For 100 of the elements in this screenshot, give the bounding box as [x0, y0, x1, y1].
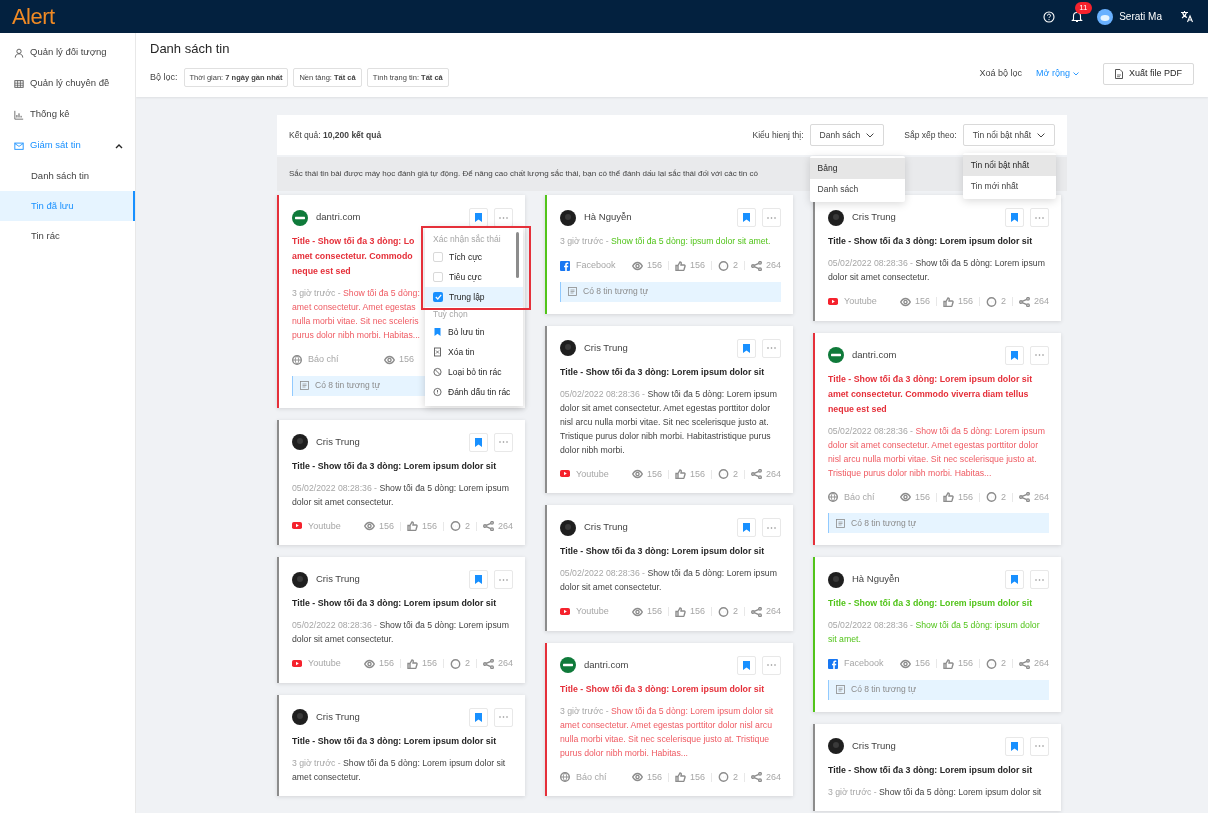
source-name[interactable]: Cris Trung	[584, 340, 737, 356]
dropdown-option[interactable]: Tin nổi bật nhất	[962, 155, 1056, 176]
sidebar-item[interactable]: Quản lý đối tượng	[0, 37, 135, 68]
clear-filter-link[interactable]: Xoá bộ lọc	[979, 67, 1023, 81]
stat-count: 156	[689, 259, 705, 272]
source-name[interactable]: dantri.com	[584, 657, 737, 673]
menu-item[interactable]: Xóa tin	[425, 342, 523, 362]
chevron-up-icon	[115, 142, 123, 149]
bookmark-button[interactable]	[1005, 736, 1024, 756]
bookmark-button[interactable]	[1005, 570, 1024, 589]
eye-icon	[631, 606, 643, 617]
bookmark-button[interactable]	[737, 338, 756, 358]
bookmark-button[interactable]	[469, 208, 488, 227]
checkbox[interactable]	[433, 272, 443, 282]
select-field[interactable]: Tin nổi bật nhất	[962, 124, 1055, 146]
bookmark-icon	[475, 712, 482, 722]
eye-icon	[383, 354, 395, 365]
platform-name: Youtube	[576, 467, 609, 481]
help-icon[interactable]	[1043, 10, 1056, 23]
select-field[interactable]: Danh sách	[809, 124, 885, 146]
avatar-icon	[292, 571, 308, 588]
share-icon	[750, 469, 762, 480]
dropdown-option[interactable]: Bảng	[809, 158, 905, 179]
bookmark-button[interactable]	[737, 208, 756, 227]
dropdown-label: Kiểu hienj thị:	[752, 128, 804, 142]
source-name[interactable]: Cris Trung	[316, 572, 469, 587]
list-icon	[300, 381, 309, 390]
block-icon	[433, 367, 442, 377]
bookmark-button[interactable]	[737, 655, 756, 675]
stat-count: 264	[765, 605, 781, 618]
bell-icon[interactable]	[1071, 10, 1084, 23]
sidebar-item[interactable]: Quản lý chuyên đề	[0, 68, 135, 99]
source-name[interactable]: Cris Trung	[316, 709, 469, 725]
card-summary-line: amet consectetur. Amet egestas	[292, 301, 417, 314]
scrollbar-thumb[interactable]	[516, 232, 519, 278]
more-icon	[1035, 216, 1044, 219]
sidebar-subitem[interactable]: Danh sách tin	[0, 161, 135, 191]
platform-name: Youtube	[576, 605, 609, 618]
stat-count: 2	[732, 259, 738, 272]
translate-icon[interactable]	[1180, 10, 1194, 23]
export-pdf-button[interactable]: Xuất file PDF	[1102, 63, 1194, 85]
checkbox[interactable]	[433, 252, 443, 262]
dropdown-option[interactable]: Danh sách	[809, 179, 905, 200]
bookmark-icon	[433, 327, 442, 337]
card-title[interactable]: Title - Show tối đa 3 dòng: Lorem ipsum dolor sit amet consectetur. Commodo viverra diam tellus neque est sed	[828, 371, 1049, 417]
card-title[interactable]: Title - Show tối đa 3 dòng: Lorem ipsum dolor sit	[292, 596, 513, 611]
menu-checkbox-item[interactable]: Tích cực	[425, 247, 523, 267]
source-name[interactable]: Hà Nguyễn	[584, 210, 737, 225]
card-title-line[interactable]: amet consectetur. Commodo	[292, 249, 420, 264]
chevron-down-icon	[1037, 132, 1045, 138]
card-title[interactable]: Title - Show tối đa 3 dòng: Lorem ipsum dolor sit	[560, 681, 781, 697]
dropdown-option[interactable]: Tin mới nhất	[962, 176, 1056, 197]
stat-count: 156	[914, 657, 930, 670]
source-name[interactable]: dantri.com	[316, 210, 469, 225]
menu-item[interactable]: Bỏ lưu tin	[425, 322, 523, 342]
menu-checkbox-item[interactable]: Trung lập	[425, 287, 523, 307]
card-title[interactable]: Title - Show tối đa 3 dòng: Lorem ipsum dolor sit	[560, 544, 781, 559]
youtube-icon	[828, 296, 838, 307]
menu-checkbox-item[interactable]: Tiêu cực	[425, 267, 523, 287]
card-title[interactable]: Title - Show tối đa 3 dòng: Lorem ipsum dolor sit	[828, 762, 1049, 778]
card-summary: 05/02/2022 08:28:36 - Show tối đa 5 dòng: Lorem ipsum dolor sit amet consectetur.	[292, 619, 510, 646]
sidebar-subitem[interactable]: Tin rác	[0, 221, 135, 251]
stat-count: 2	[732, 467, 738, 481]
stat-count: 156	[689, 770, 705, 784]
card-title[interactable]: Title - Show tối đa 3 dòng: Lorem ipsum dolor sit	[292, 733, 513, 749]
bookmark-icon	[743, 660, 750, 670]
source-name[interactable]: Cris Trung	[316, 434, 469, 450]
source-name[interactable]: dantri.com	[852, 347, 1005, 363]
source-name[interactable]: Hà Nguyễn	[852, 572, 1005, 587]
bar-chart-icon	[14, 109, 24, 120]
page-title: Danh sách tin	[150, 40, 231, 59]
card-title[interactable]: Title - Show tối đa 3 dòng: Lorem ipsum dolor sit	[828, 234, 1049, 249]
card-summary: 05/02/2022 08:28:36 - Show tối đa 5 dòng: Lorem ipsum dolor sit amet consectetur.	[828, 257, 1046, 284]
avatar-icon[interactable]	[1097, 8, 1114, 25]
stat-count: 2	[1000, 490, 1006, 504]
stat-count: 156	[957, 295, 973, 308]
bookmark-button[interactable]	[469, 570, 488, 589]
bookmark-icon	[1011, 350, 1018, 360]
bookmark-button[interactable]	[1005, 345, 1024, 365]
card-title[interactable]: Title - Show tối đa 3 dòng: Lorem ipsum dolor sit	[292, 458, 513, 474]
card-title-line[interactable]: Title - Show tối đa 3 dòng: Lo	[292, 234, 420, 249]
youtube-icon	[292, 521, 302, 532]
more-button[interactable]	[494, 208, 513, 227]
share-icon	[1018, 296, 1030, 307]
comment-icon	[717, 469, 729, 480]
checkbox[interactable]	[433, 292, 443, 302]
bookmark-button[interactable]	[737, 518, 756, 537]
source-name[interactable]: Cris Trung	[584, 520, 737, 535]
sidebar-item[interactable]: Thống kê	[0, 99, 135, 130]
stat-count: 264	[765, 467, 781, 481]
card-title-line[interactable]: neque est sed	[292, 264, 420, 279]
card-title[interactable]: Title - Show tối đa 3 dòng: Lorem ipsum dolor sit	[560, 364, 781, 380]
source-name[interactable]: Cris Trung	[852, 210, 1005, 225]
bookmark-button[interactable]	[469, 707, 488, 727]
card-summary: 3 giờ trước - Show tối đa 5 dòng: Lorem ipsum dolor sit amet consectetur. Amet egestas porttitor dolor nisl arcu nulla morbi vitae. Sit nec scelerisque justo at. Tristique purus dolor nibh morbi. Habitas...	[560, 704, 775, 760]
user-name[interactable]: Serati Ma	[1119, 9, 1162, 24]
bookmark-button[interactable]	[1005, 208, 1024, 227]
bookmark-button[interactable]	[469, 432, 488, 452]
app-logo[interactable]: Alert	[12, 5, 55, 28]
source-name[interactable]: Cris Trung	[852, 738, 1005, 754]
